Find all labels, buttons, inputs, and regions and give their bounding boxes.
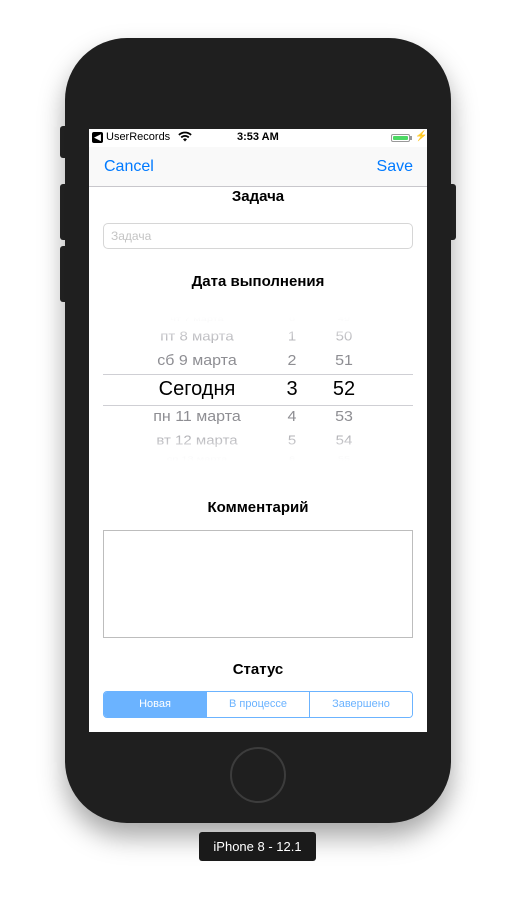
picker-row[interactable]: вт 12 марта 5 54 <box>103 432 413 451</box>
picker-hour-cell: 3 <box>286 378 298 400</box>
comment-section-title: Комментарий <box>207 499 309 516</box>
date-time-picker[interactable]: чт 7 марта 0 49 пт 8 марта 1 50 сб 9 марта 2 51 С… <box>103 317 413 461</box>
picker-minute-cell: 52 <box>332 378 356 400</box>
cancel-button[interactable]: Cancel <box>104 158 154 176</box>
picker-hour-cell: 0 <box>288 317 296 323</box>
status-segmented-control[interactable]: Новая В процессе Завершено <box>103 691 413 718</box>
picker-date-cell: пн 11 марта <box>153 408 241 425</box>
picker-hour-cell: 4 <box>287 408 297 425</box>
picker-row[interactable]: ср 13 марта 6 55 <box>103 452 413 461</box>
picker-date-cell: сб 9 марта <box>157 352 237 369</box>
home-button[interactable] <box>230 747 286 803</box>
picker-hour-cell: 6 <box>288 455 296 461</box>
app-screen: ◀ UserRecords 3:53 AM ⚡ Cancel Save Зада… <box>89 129 427 732</box>
battery-charging-icon <box>391 134 410 142</box>
picker-minute-cell: 54 <box>335 433 353 448</box>
back-to-app-label[interactable]: UserRecords <box>106 131 170 143</box>
navigation-bar: Cancel Save <box>89 147 427 187</box>
picker-row[interactable]: пт 8 марта 1 50 <box>103 328 413 347</box>
picker-minute-cell: 55 <box>337 455 351 461</box>
picker-selection-line-top <box>103 374 413 375</box>
picker-row[interactable]: чт 7 марта 0 49 <box>103 317 413 326</box>
picker-date-cell: чт 7 марта <box>170 317 224 323</box>
picker-minute-cell: 53 <box>335 408 353 425</box>
due-date-section-title: Дата выполнения <box>191 273 325 290</box>
device-label: iPhone 8 - 12.1 <box>199 832 316 861</box>
status-bar: ◀ UserRecords 3:53 AM ⚡ <box>89 129 427 147</box>
picker-date-cell: Сегодня <box>158 378 236 400</box>
task-input[interactable] <box>103 223 413 249</box>
picker-date-cell: ср 13 марта <box>166 455 228 461</box>
picker-date-cell: пт 8 марта <box>160 329 234 344</box>
picker-row[interactable]: пн 11 марта 4 53 <box>103 407 413 428</box>
charging-bolt-icon: ⚡ <box>415 131 427 142</box>
status-segment-in-progress[interactable]: В процессе <box>207 692 310 717</box>
battery-cap <box>410 136 412 140</box>
back-arrow-icon[interactable]: ◀ <box>92 132 103 143</box>
picker-minute-cell: 51 <box>335 352 353 369</box>
wifi-icon <box>178 131 192 145</box>
task-section-title: Задача <box>231 188 285 205</box>
picker-row[interactable]: сб 9 марта 2 51 <box>103 351 413 372</box>
picker-hour-cell: 2 <box>287 352 297 369</box>
status-segment-done[interactable]: Завершено <box>310 692 412 717</box>
comment-textarea[interactable] <box>103 530 413 638</box>
save-button[interactable]: Save <box>377 158 413 176</box>
picker-minute-cell: 50 <box>335 329 353 344</box>
picker-hour-cell: 5 <box>287 433 297 448</box>
picker-minute-cell: 49 <box>337 317 351 323</box>
picker-date-cell: вт 12 марта <box>156 433 238 448</box>
status-segment-new[interactable]: Новая <box>104 692 207 717</box>
status-section-title: Статус <box>232 661 284 678</box>
picker-hour-cell: 1 <box>287 329 297 344</box>
picker-row-selected[interactable]: Сегодня 3 52 <box>103 378 413 400</box>
status-time: 3:53 AM <box>237 131 279 143</box>
